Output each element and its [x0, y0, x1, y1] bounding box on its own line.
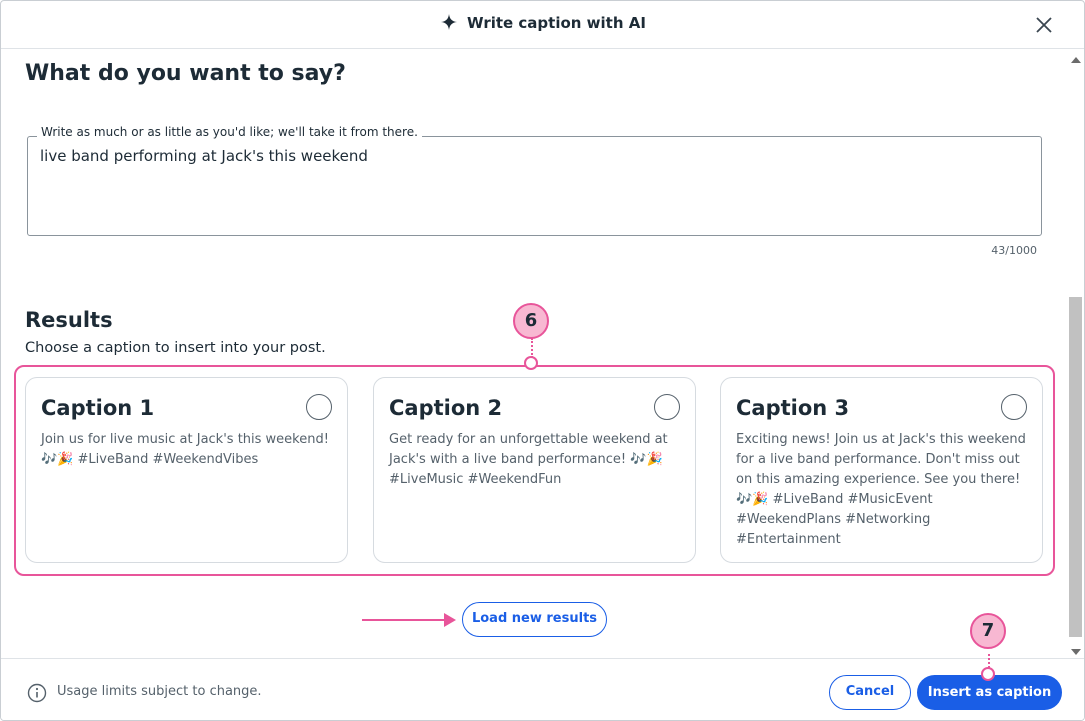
dialog-title: Write caption with AI: [1, 14, 1084, 32]
caption-card-2[interactable]: Caption 2 Get ready for an unforgettable…: [373, 377, 696, 563]
callout-arrow-head-icon: [444, 613, 456, 627]
prompt-textarea-label: Write as much or as little as you'd like…: [37, 125, 422, 139]
prompt-heading: What do you want to say?: [25, 61, 346, 86]
info-icon: [27, 683, 47, 703]
prompt-textarea-value[interactable]: live band performing at Jack's this week…: [40, 147, 368, 165]
caption-card-text: Join us for live music at Jack's this we…: [41, 430, 336, 470]
callout-7-dot: [981, 667, 995, 681]
cancel-button[interactable]: Cancel: [829, 675, 911, 710]
caption-line: #WeekendPlans #Networking: [736, 512, 931, 527]
scroll-up-arrow-icon[interactable]: [1071, 57, 1081, 63]
scroll-down-arrow-icon[interactable]: [1071, 649, 1081, 655]
caption-line: #LiveMusic #WeekendFun: [389, 472, 562, 487]
caption-line: Jack's with a live band performance! 🎶🎉: [389, 452, 663, 467]
caption-card-1[interactable]: Caption 1 Join us for live music at Jack…: [25, 377, 348, 563]
close-icon[interactable]: [1032, 13, 1056, 37]
results-heading: Results: [25, 308, 113, 332]
scrollbar[interactable]: [1069, 53, 1082, 657]
dialog-header: Write caption with AI: [1, 1, 1084, 49]
caption-card-3[interactable]: Caption 3 Exciting news! Join us at Jack…: [720, 377, 1043, 563]
caption-line: on this amazing experience. See you ther…: [736, 472, 1021, 487]
caption-line: Exciting news! Join us at Jack's this we…: [736, 432, 1026, 447]
scrollbar-thumb[interactable]: [1069, 297, 1082, 637]
caption-line: #Entertainment: [736, 532, 841, 547]
caption-line: Get ready for an unforgettable weekend a…: [389, 432, 668, 447]
caption-card-text: Get ready for an unforgettable weekend a…: [389, 430, 684, 490]
results-subheading: Choose a caption to insert into your pos…: [25, 340, 326, 356]
caption-card-title: Caption 1: [41, 396, 155, 420]
callout-6-connector: [531, 338, 533, 358]
caption-card-title: Caption 2: [389, 396, 503, 420]
caption-card-title: Caption 3: [736, 396, 850, 420]
caption-radio[interactable]: [1001, 394, 1027, 420]
callout-6-badge: 6: [513, 303, 549, 339]
usage-note: Usage limits subject to change.: [57, 684, 262, 699]
caption-radio[interactable]: [654, 394, 680, 420]
caption-line: Join us for live music at Jack's this we…: [41, 432, 329, 447]
load-new-results-button[interactable]: Load new results: [462, 602, 607, 637]
caption-dialog: Write caption with AI What do you want t…: [0, 0, 1085, 721]
char-count: 43/1000: [991, 244, 1037, 257]
caption-line: for a live band performance. Don't miss …: [736, 452, 1020, 467]
caption-card-text: Exciting news! Join us at Jack's this we…: [736, 430, 1031, 550]
callout-6-dot: [524, 356, 538, 370]
sparkle-icon: [441, 14, 458, 30]
caption-radio[interactable]: [306, 394, 332, 420]
callout-7-badge: 7: [970, 613, 1006, 649]
callout-arrow-line: [362, 619, 452, 621]
caption-line: 🎶🎉 #LiveBand #MusicEvent: [736, 492, 933, 507]
dialog-title-text: Write caption with AI: [467, 14, 646, 32]
caption-line: 🎶🎉 #LiveBand #WeekendVibes: [41, 452, 259, 467]
callout-7-connector: [988, 654, 990, 668]
